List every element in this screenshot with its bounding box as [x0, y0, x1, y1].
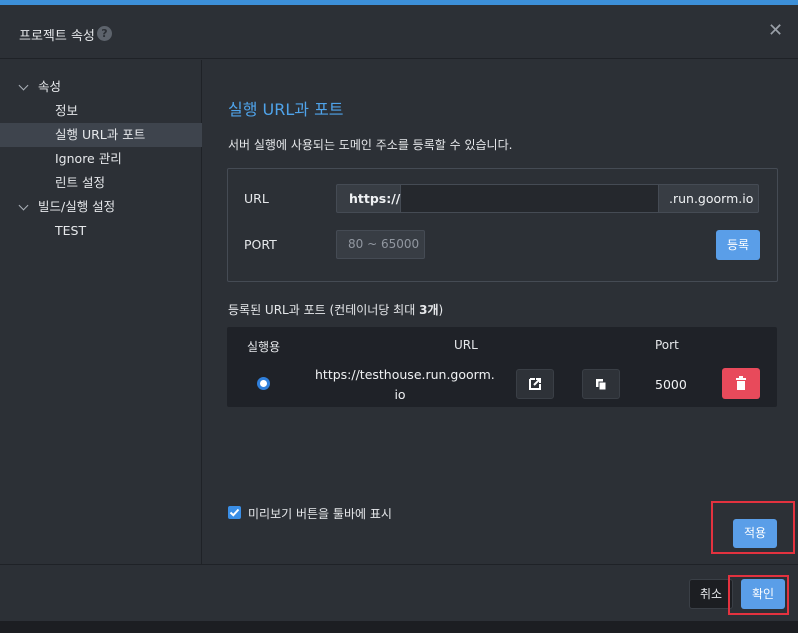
port-input[interactable]: 80 ~ 65000 [336, 230, 425, 259]
sidebar-item-test[interactable]: TEST [0, 219, 202, 243]
dialog-title: 프로젝트 속성 [19, 29, 95, 44]
show-preview-label: 미리보기 버튼을 툴바에 표시 [248, 507, 392, 521]
help-icon[interactable]: ? [97, 26, 112, 41]
section-description: 서버 실행에 사용되는 도메인 주소를 등록할 수 있습니다. [228, 138, 513, 152]
check-icon [229, 508, 240, 517]
registered-url-table: 실행용 URL Port https://testhouse.run.goorm… [227, 327, 777, 407]
open-link-button[interactable] [516, 369, 554, 399]
list-title-suffix: ) [438, 303, 444, 317]
sidebar-group-label: 속성 [38, 79, 62, 94]
sidebar-item-label: 정보 [55, 103, 79, 118]
url-suffix: .run.goorm.io [658, 184, 759, 213]
sidebar-item-lint[interactable]: 린트 설정 [0, 171, 202, 195]
sidebar-item-label: Ignore 관리 [55, 151, 122, 166]
sidebar-item-label: 실행 URL과 포트 [55, 127, 146, 142]
column-header-run: 실행용 [247, 340, 281, 354]
show-preview-checkbox[interactable] [228, 506, 241, 519]
sidebar-group-build-run[interactable]: 빌드/실행 설정 [0, 195, 202, 219]
external-link-icon [529, 378, 541, 390]
sidebar-item-label: 린트 설정 [55, 175, 105, 190]
url-line: io [394, 387, 406, 402]
list-title-prefix: 등록된 URL과 포트 (컨테이너당 최대 [228, 303, 420, 317]
sidebar-group-properties[interactable]: 속성 [0, 75, 202, 99]
copy-button[interactable] [582, 369, 620, 399]
sidebar-group-label: 빌드/실행 설정 [38, 199, 116, 214]
column-header-port: Port [655, 338, 679, 352]
port-cell: 5000 [655, 377, 687, 392]
chevron-down-icon [18, 200, 29, 211]
trash-icon [736, 376, 746, 390]
chevron-down-icon [18, 80, 29, 91]
close-icon[interactable]: ✕ [768, 22, 783, 40]
copy-icon [596, 379, 607, 391]
list-title-count: 3개 [419, 303, 439, 317]
project-properties-dialog: 프로젝트 속성 ? ✕ 속성 정보 실행 URL과 포트 Ignore 관리 린… [0, 5, 798, 621]
settings-content: 실행 URL과 포트 서버 실행에 사용되는 도메인 주소를 등록할 수 있습니… [203, 60, 798, 564]
delete-button[interactable] [722, 368, 760, 399]
settings-sidebar: 속성 정보 실행 URL과 포트 Ignore 관리 린트 설정 빌드/실행 설… [0, 60, 202, 564]
run-radio[interactable] [257, 377, 270, 390]
apply-button[interactable]: 적용 [733, 519, 777, 548]
ok-button[interactable]: 확인 [741, 579, 785, 609]
port-label: PORT [244, 237, 277, 252]
column-header-url: URL [454, 338, 478, 352]
dialog-header: 프로젝트 속성 ? ✕ [0, 5, 798, 59]
sidebar-item-info[interactable]: 정보 [0, 99, 202, 123]
dialog-footer: 취소 확인 [0, 564, 798, 621]
url-cell: https://testhouse.run.goorm. io [315, 365, 495, 405]
sidebar-item-ignore[interactable]: Ignore 관리 [0, 147, 202, 171]
section-title: 실행 URL과 포트 [228, 100, 344, 119]
register-button[interactable]: 등록 [716, 230, 760, 260]
url-label: URL [244, 191, 269, 206]
url-line: https://testhouse.run.goorm. [315, 367, 495, 382]
registered-list-title: 등록된 URL과 포트 (컨테이너당 최대 3개) [228, 301, 443, 318]
sidebar-item-url-port[interactable]: 실행 URL과 포트 [0, 123, 202, 147]
bottom-strip [0, 621, 798, 633]
url-port-form: URL https:// .run.goorm.io PORT 80 ~ 650… [227, 168, 778, 282]
sidebar-item-label: TEST [55, 223, 87, 238]
cancel-button[interactable]: 취소 [689, 579, 733, 609]
url-input[interactable] [401, 184, 658, 213]
url-prefix: https:// [336, 184, 401, 213]
